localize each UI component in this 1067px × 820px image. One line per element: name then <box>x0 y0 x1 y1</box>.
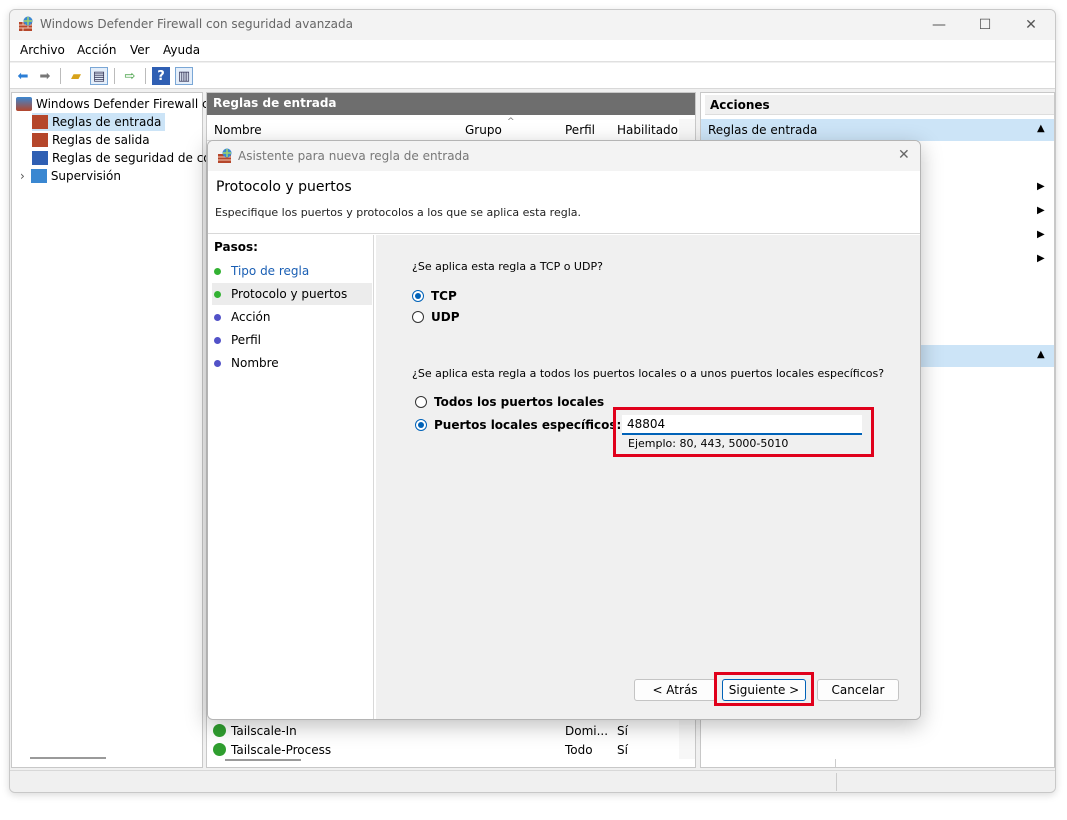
dialog-title: Asistente para nueva regla de entrada <box>238 149 470 163</box>
tree-item-reglas-salida[interactable]: Reglas de salida <box>32 131 150 149</box>
steps-label: Pasos: <box>214 240 258 254</box>
export-list-icon[interactable]: ⇨ <box>121 67 139 85</box>
wizard-content: ¿Se aplica esta regla a TCP o UDP? TCP U… <box>376 235 920 719</box>
page-title: Protocolo y puertos <box>216 179 352 195</box>
monitoring-icon <box>30 169 47 183</box>
tree-item-supervision[interactable]: › Supervisión <box>20 167 121 185</box>
specific-local-ports-radio[interactable]: Puertos locales específicos: <box>415 418 621 432</box>
local-ports-input[interactable]: 48804 <box>622 415 862 435</box>
collapse-icon[interactable]: ▲ <box>1037 349 1045 360</box>
page-subtitle: Especifique los puertos y protocolos a l… <box>215 206 582 219</box>
new-inbound-rule-wizard: Asistente para nueva regla de entrada ✕ … <box>207 140 921 720</box>
submenu-arrow-icon[interactable]: ▶ <box>1037 253 1045 264</box>
cancel-button[interactable]: Cancelar <box>817 679 899 701</box>
menu-bar: Archivo Acción Ver Ayuda <box>10 40 1055 62</box>
outbound-rules-icon <box>32 133 48 147</box>
sort-caret-icon: ^ <box>507 117 515 127</box>
step-pending-dot <box>214 359 221 367</box>
column-header: Nombre Grupo ^ Perfil Habilitado <box>207 117 679 141</box>
udp-radio[interactable]: UDP <box>412 310 460 324</box>
firewall-app-icon <box>19 16 33 31</box>
all-local-ports-radio[interactable]: Todos los puertos locales <box>415 395 604 409</box>
status-bar <box>10 770 1055 792</box>
table-row[interactable]: Tailscale-Process Todo Sí <box>207 742 679 760</box>
title-bar: Windows Defender Firewall con seguridad … <box>10 10 1055 40</box>
dialog-close-icon[interactable]: ✕ <box>898 147 910 163</box>
protocol-question: ¿Se aplica esta regla a TCP o UDP? <box>412 260 603 273</box>
check-icon <box>213 743 226 756</box>
horizontal-scrollbar[interactable] <box>30 757 106 759</box>
step-perfil: Perfil <box>212 329 372 351</box>
menu-accion[interactable]: Acción <box>77 43 116 57</box>
firewall-app-icon <box>218 148 232 163</box>
show-action-pane-icon[interactable]: ▥ <box>175 67 193 85</box>
menu-archivo[interactable]: Archivo <box>20 43 65 57</box>
inbound-rules-icon <box>32 115 48 129</box>
submenu-arrow-icon[interactable]: ▶ <box>1037 205 1045 216</box>
minimize-button[interactable]: — <box>916 10 962 40</box>
port-example-text: Ejemplo: 80, 443, 5000-5010 <box>628 437 789 450</box>
step-pending-dot <box>214 313 221 321</box>
show-tree-icon[interactable]: ▤ <box>90 67 108 85</box>
maximize-button[interactable]: ☐ <box>962 10 1008 40</box>
col-perfil[interactable]: Perfil <box>565 123 595 137</box>
col-habilitado[interactable]: Habilitado <box>617 123 678 137</box>
menu-ayuda[interactable]: Ayuda <box>163 43 200 57</box>
next-button[interactable]: Siguiente > <box>722 679 806 701</box>
step-pending-dot <box>214 336 221 344</box>
chevron-right-icon[interactable]: › <box>20 169 25 183</box>
center-header: Reglas de entrada <box>207 93 695 115</box>
steps-panel: Pasos: Tipo de regla Protocolo y puertos… <box>208 235 374 719</box>
tcp-radio[interactable]: TCP <box>412 289 457 303</box>
connection-security-icon <box>32 151 48 165</box>
dialog-title-bar: Asistente para nueva regla de entrada ✕ <box>208 141 920 171</box>
table-row[interactable]: Tailscale-In Domi... Sí <box>207 723 679 741</box>
tree-root[interactable]: Windows Defender Firewall con <box>16 95 224 113</box>
step-nombre: Nombre <box>212 352 372 374</box>
submenu-arrow-icon[interactable]: ▶ <box>1037 181 1045 192</box>
menu-ver[interactable]: Ver <box>130 43 150 57</box>
actions-header: Acciones <box>705 95 1054 115</box>
submenu-arrow-icon[interactable]: ▶ <box>1037 229 1045 240</box>
collapse-icon[interactable]: ▲ <box>1037 123 1045 134</box>
forward-arrow-icon[interactable]: ➡ <box>36 67 54 85</box>
up-folder-icon[interactable]: ▰ <box>67 67 85 85</box>
col-grupo[interactable]: Grupo <box>465 123 502 137</box>
toolbar: ⬅ ➡ ▰ ▤ ⇨ ? ▥ <box>10 63 1055 89</box>
ports-question: ¿Se aplica esta regla a todos los puerto… <box>412 367 885 380</box>
dialog-header: Protocolo y puertos Especifique los puer… <box>208 171 920 234</box>
close-button[interactable]: ✕ <box>1008 10 1054 40</box>
step-accion: Acción <box>212 306 372 328</box>
step-current-dot <box>214 290 221 298</box>
window-title: Windows Defender Firewall con seguridad … <box>40 17 353 31</box>
step-tipo-regla[interactable]: Tipo de regla <box>212 260 372 282</box>
check-icon <box>213 724 226 737</box>
back-arrow-icon[interactable]: ⬅ <box>14 67 32 85</box>
step-protocolo-puertos: Protocolo y puertos <box>212 283 372 305</box>
tree-pane: Windows Defender Firewall con Reglas de … <box>11 92 224 768</box>
help-icon[interactable]: ? <box>152 67 170 85</box>
actions-section[interactable]: Reglas de entrada ▲ <box>701 119 1054 141</box>
horizontal-scrollbar[interactable] <box>225 759 301 761</box>
tree-item-seguridad-conexion[interactable]: Reglas de seguridad de con <box>32 149 218 167</box>
back-button[interactable]: < Atrás <box>634 679 716 701</box>
col-nombre[interactable]: Nombre <box>214 123 262 137</box>
step-complete-dot <box>214 267 221 275</box>
tree-item-reglas-entrada[interactable]: Reglas de entrada <box>32 113 166 131</box>
firewall-icon <box>16 97 32 111</box>
